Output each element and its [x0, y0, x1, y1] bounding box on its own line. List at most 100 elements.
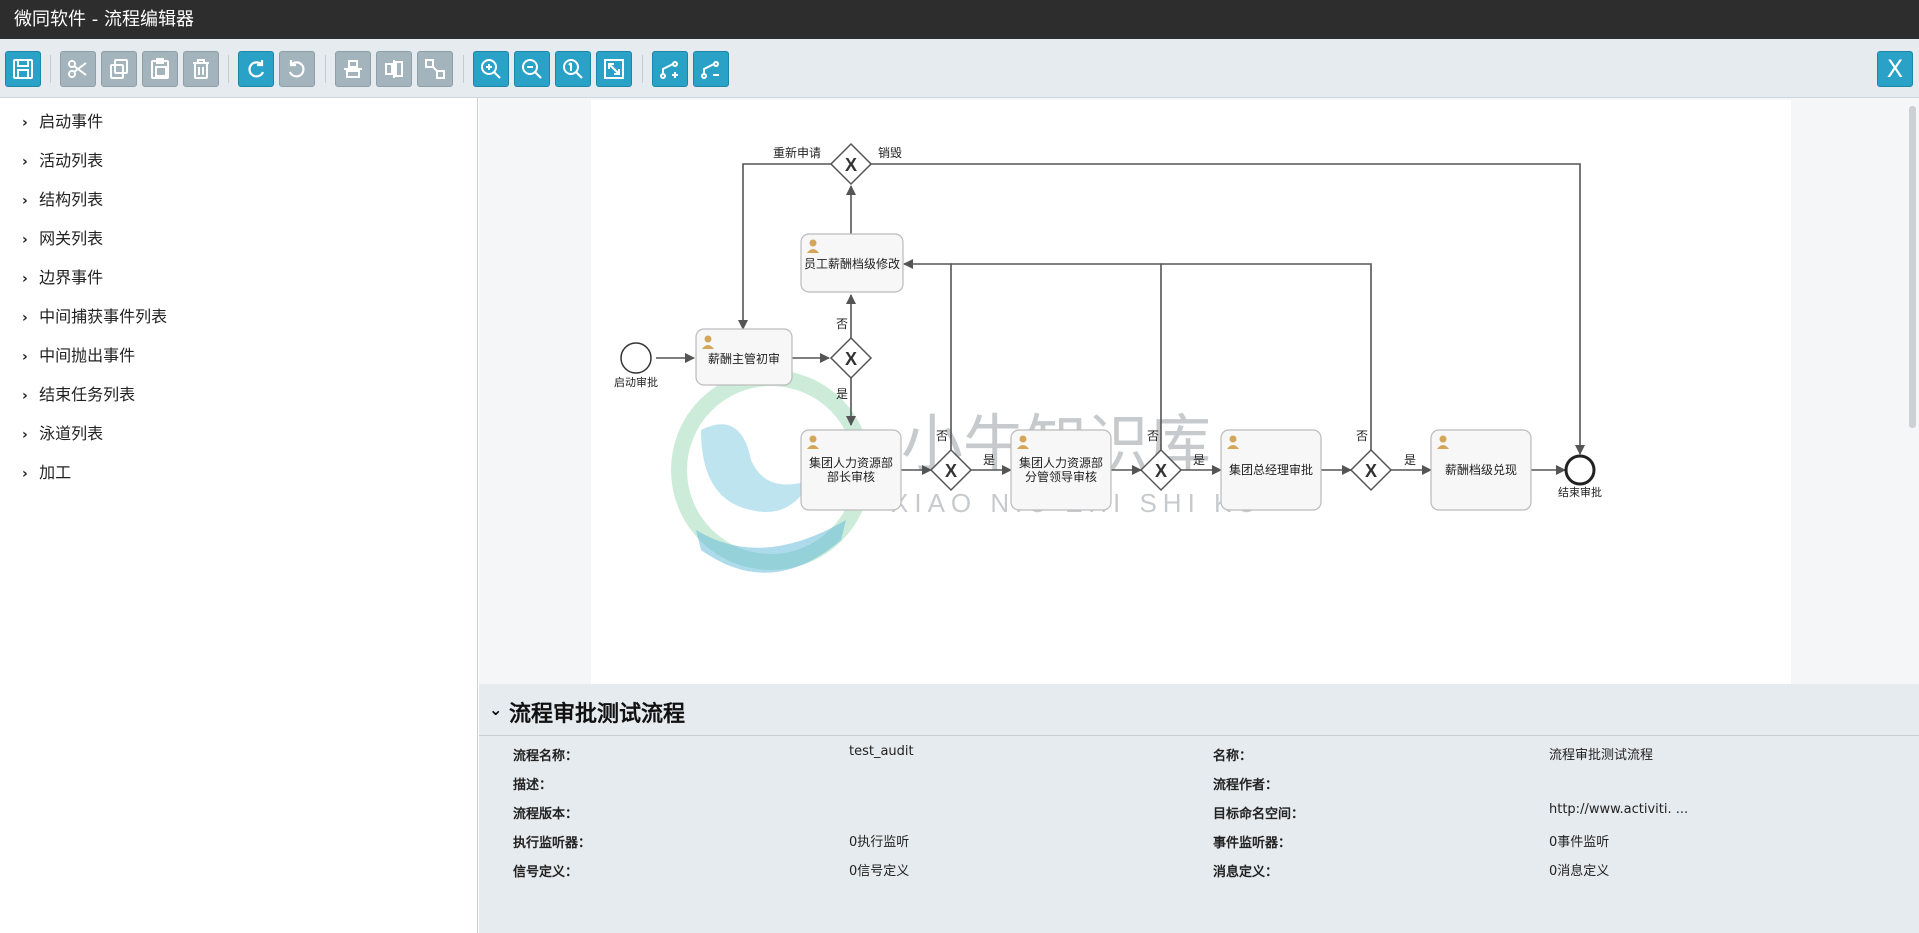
task-payout[interactable]: 薪酬档级兑现 [1430, 429, 1532, 511]
paste-icon [151, 58, 169, 79]
prop-value-name[interactable]: 流程审批测试流程 [1549, 744, 1653, 763]
save-icon [13, 59, 33, 79]
chevron-right-icon: › [22, 271, 28, 287]
redo-icon [248, 60, 265, 78]
zoom-out-icon [522, 59, 542, 79]
task-label: 集团总经理审批 [1229, 462, 1313, 477]
flow-label-yes-3: 是 [1193, 453, 1205, 467]
task-hr-head-review[interactable]: 集团人力资源部 部长审核 [800, 429, 902, 511]
toolbar: X [0, 39, 1919, 98]
canvas-scrollbar[interactable] [1905, 98, 1919, 684]
diagram-canvas[interactable]: 小牛知识库 XIAO NIU ZHI SHI KU [591, 100, 1791, 684]
sidebar-item-throwing-events[interactable]: › 中间抛出事件 [0, 344, 477, 383]
flow-label-yes-2: 是 [983, 453, 995, 467]
delete-button[interactable] [183, 51, 219, 87]
redo-button[interactable] [238, 51, 274, 87]
exclusive-gateway-1[interactable]: X [829, 336, 873, 380]
task-label-line2: 部长审核 [827, 469, 875, 484]
chevron-right-icon: › [22, 154, 28, 170]
zoom-in-button[interactable] [473, 51, 509, 87]
align-horizontal-icon [344, 60, 362, 78]
task-employee-modify[interactable]: 员工薪酬档级修改 [800, 233, 904, 293]
align-horizontal-button[interactable] [335, 51, 371, 87]
prop-value-event-listeners[interactable]: 0事件监听 [1549, 831, 1609, 850]
prop-label-message-definitions: 消息定义： [1213, 865, 1279, 880]
gateway-x-icon: X [945, 461, 957, 481]
prop-value-signal-definitions[interactable]: 0信号定义 [849, 860, 909, 879]
sidebar-item-gateways[interactable]: › 网关列表 [0, 227, 477, 266]
prop-label-description: 描述： [513, 778, 553, 793]
task-label-line1: 集团人力资源部 [1019, 455, 1103, 470]
task-gm-review[interactable]: 集团总经理审批 [1220, 429, 1322, 511]
properties-title: 流程审批测试流程 [509, 702, 686, 727]
zoom-fit-button[interactable] [596, 51, 632, 87]
align-vertical-icon [385, 60, 403, 78]
sidebar-item-boundary-events[interactable]: › 边界事件 [0, 266, 477, 305]
same-size-button[interactable] [417, 51, 453, 87]
sidebar-item-catching-events[interactable]: › 中间捕获事件列表 [0, 305, 477, 344]
zoom-out-button[interactable] [514, 51, 550, 87]
cut-button[interactable] [60, 51, 96, 87]
end-event-label: 结束审批 [1558, 485, 1602, 499]
remove-bendpoint-button[interactable] [693, 51, 729, 87]
diagram-canvas-area[interactable]: 小牛知识库 XIAO NIU ZHI SHI KU [479, 98, 1919, 684]
copy-icon [110, 59, 128, 79]
properties-panel: ⌄ 流程审批测试流程 流程名称： test_audit 描述： 流程版本： 执行… [479, 684, 1919, 933]
sidebar-item-artifacts[interactable]: › 加工 [0, 461, 477, 500]
save-button[interactable] [5, 51, 41, 87]
sidebar-item-structural[interactable]: › 结构列表 [0, 188, 477, 227]
prop-label-process-name: 流程名称： [513, 749, 579, 764]
paste-button[interactable] [142, 51, 178, 87]
window-title: 微同软件 - 流程编辑器 [0, 0, 1919, 39]
start-event[interactable]: 启动审批 [614, 342, 658, 389]
properties-header[interactable]: ⌄ 流程审批测试流程 [479, 684, 1919, 736]
task-manager-review[interactable]: 薪酬主管初审 [695, 328, 793, 386]
flow-label-yes-1: 是 [836, 387, 848, 401]
sidebar-item-end-events[interactable]: › 结束任务列表 [0, 383, 477, 422]
prop-value-target-namespace[interactable]: http://www.activiti. ... [1549, 802, 1688, 817]
close-editor-button[interactable]: X [1877, 51, 1913, 87]
sidebar-item-activities[interactable]: › 活动列表 [0, 149, 477, 188]
gateway-x-icon: X [845, 155, 857, 175]
palette-sidebar: › 启动事件 › 活动列表 › 结构列表 › 网关列表 › 边界事件 › 中间捕… [0, 98, 478, 933]
canvas-scrollbar-thumb[interactable] [1909, 106, 1916, 428]
prop-label-name: 名称： [1213, 749, 1253, 764]
zoom-fit-icon [604, 59, 624, 79]
task-label: 员工薪酬档级修改 [804, 256, 900, 271]
zoom-in-icon [481, 59, 501, 79]
chevron-right-icon: › [22, 466, 28, 482]
exclusive-gateway-4[interactable]: X [1349, 448, 1393, 492]
end-event[interactable]: 结束审批 [1558, 454, 1602, 499]
flow-label-no-2: 否 [936, 429, 948, 443]
gateway-x-icon: X [1155, 461, 1167, 481]
zoom-actual-button[interactable] [555, 51, 591, 87]
prop-label-version: 流程版本： [513, 807, 579, 822]
prop-value-message-definitions[interactable]: 0消息定义 [1549, 860, 1609, 879]
add-bendpoint-button[interactable] [652, 51, 688, 87]
prop-value-execution-listeners[interactable]: 0执行监听 [849, 831, 909, 850]
chevron-right-icon: › [22, 115, 28, 131]
chevron-right-icon: › [22, 232, 28, 248]
sidebar-item-start-events[interactable]: › 启动事件 [0, 110, 477, 149]
remove-bendpoint-icon [701, 61, 719, 79]
gateway-x-icon: X [1365, 461, 1377, 481]
prop-label-execution-listeners: 执行监听器： [513, 836, 592, 851]
task-hr-vp-review[interactable]: 集团人力资源部 分管领导审核 [1010, 429, 1112, 511]
align-vertical-button[interactable] [376, 51, 412, 87]
sidebar-item-swimlanes[interactable]: › 泳道列表 [0, 422, 477, 461]
zoom-actual-icon [563, 59, 583, 79]
undo-button[interactable] [279, 51, 315, 87]
task-label-line1: 集团人力资源部 [809, 455, 893, 470]
flow-label-resubmit: 重新申请 [773, 145, 821, 160]
copy-button[interactable] [101, 51, 137, 87]
prop-label-author: 流程作者： [1213, 778, 1279, 793]
gateway-x-icon: X [845, 349, 857, 369]
prop-value-process-name[interactable]: test_audit [849, 744, 914, 759]
exclusive-gateway-top[interactable]: X [829, 142, 873, 186]
flow-label-destroy: 销毁 [878, 145, 902, 160]
task-label: 薪酬档级兑现 [1445, 463, 1517, 477]
chevron-down-icon[interactable]: ⌄ [489, 700, 502, 719]
chevron-right-icon: › [22, 349, 28, 365]
flow-label-no-3: 否 [1147, 429, 1159, 443]
flow-label-no-4: 否 [1356, 429, 1368, 443]
